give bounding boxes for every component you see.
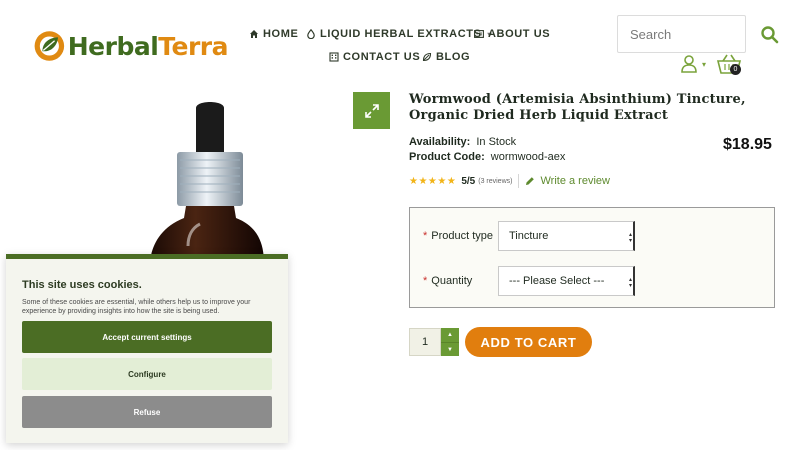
nav-about-us[interactable]: ABOUT US [474,28,550,40]
product-type-label-text: Product type [431,230,494,242]
nav-home[interactable]: HOME [249,28,298,40]
write-review-label: Write a review [540,175,610,187]
product-type-select[interactable]: Tincture ▴ ▾ [498,221,635,251]
star-rating-icon: ★★★★★ [409,175,457,187]
quantity-label: * Quantity [423,275,472,287]
cart-count-badge: 0 [730,64,741,75]
increment-icon[interactable]: ▲ [441,328,459,342]
logo-text: HerbalTerra [67,31,229,61]
quantity-label-text: Quantity [431,275,473,287]
chevron-down-icon: ▾ [702,59,707,69]
expand-icon [364,103,379,118]
drop-icon [306,29,316,39]
product-price: $18.95 [723,136,772,153]
cookie-consent-dialog: This site uses cookies. Some of these co… [6,254,288,443]
home-icon [249,29,259,39]
select-arrows-icon: ▴ ▾ [628,277,632,289]
search-input[interactable] [617,15,746,53]
nav-home-label: HOME [263,28,299,40]
nav-liquid-herbal-extracts[interactable]: LIQUID HERBAL EXTRACTS ▾ [306,28,492,40]
rating-row: ★★★★★ 5/5 (3 reviews) Write a review [409,174,610,188]
product-code-row: Product Code: wormwood-aex [409,151,565,163]
write-review-link[interactable]: Write a review [525,175,610,187]
account-menu[interactable]: ▾ [680,54,708,74]
logo-text-terra: Terra [158,31,228,61]
search-icon[interactable] [760,25,780,45]
product-type-value: Tincture [509,230,549,242]
divider [518,174,520,188]
nav-contact-label: CONTACT US [343,51,421,63]
required-mark: * [423,275,428,287]
add-to-cart-button[interactable]: ADD TO CART [465,327,592,357]
quantity-select[interactable]: --- Please Select --- ▴ ▾ [498,266,635,296]
required-mark: * [423,230,428,242]
pencil-icon [526,177,535,185]
cookie-description: Some of these cookies are essential, whi… [22,299,251,315]
availability-value: In Stock [476,136,517,148]
product-code-label: Product Code: [409,151,485,163]
zoom-button[interactable] [353,92,390,129]
nav-blog[interactable]: BLOG [422,51,470,63]
quantity-stepper[interactable]: ▲ ▼ [441,328,459,356]
nav-extracts-label: LIQUID HERBAL EXTRACTS [320,28,482,40]
availability-label: Availability: [409,136,471,148]
building-icon [329,52,339,62]
id-card-icon [474,29,484,39]
accept-cookies-button[interactable]: Accept current settings [22,321,272,353]
reviews-count[interactable]: (3 reviews) [478,178,512,185]
nav-contact-us[interactable]: CONTACT US [329,51,420,63]
availability-row: Availability: In Stock [409,136,516,148]
site-logo[interactable]: HerbalTerra [32,26,228,66]
quantity-input[interactable]: 1 [409,328,441,356]
product-options: * Product type Tincture ▴ ▾ * Quantity --- … [409,207,775,308]
product-title: Wormwood (Artemisia Absinthium) Tincture… [409,92,746,123]
logo-leaf-icon [34,31,65,61]
configure-cookies-button[interactable]: Configure [22,358,272,390]
nav-blog-label: BLOG [436,51,471,63]
product-code-value: wormwood-aex [490,151,566,163]
cookie-title: This site uses cookies. [22,279,142,291]
select-arrows-icon: ▴ ▾ [628,232,632,244]
product-image[interactable] [140,100,280,265]
logo-text-herbal: Herbal [67,31,159,61]
leaf-icon [422,52,432,62]
quantity-select-value: --- Please Select --- [509,275,605,287]
rating-score: 5/5 [461,175,476,187]
product-type-label: * Product type [423,230,493,242]
refuse-cookies-button[interactable]: Refuse [22,396,272,428]
decrement-icon[interactable]: ▼ [441,342,459,357]
user-icon [681,55,697,73]
nav-about-label: ABOUT US [488,28,551,40]
